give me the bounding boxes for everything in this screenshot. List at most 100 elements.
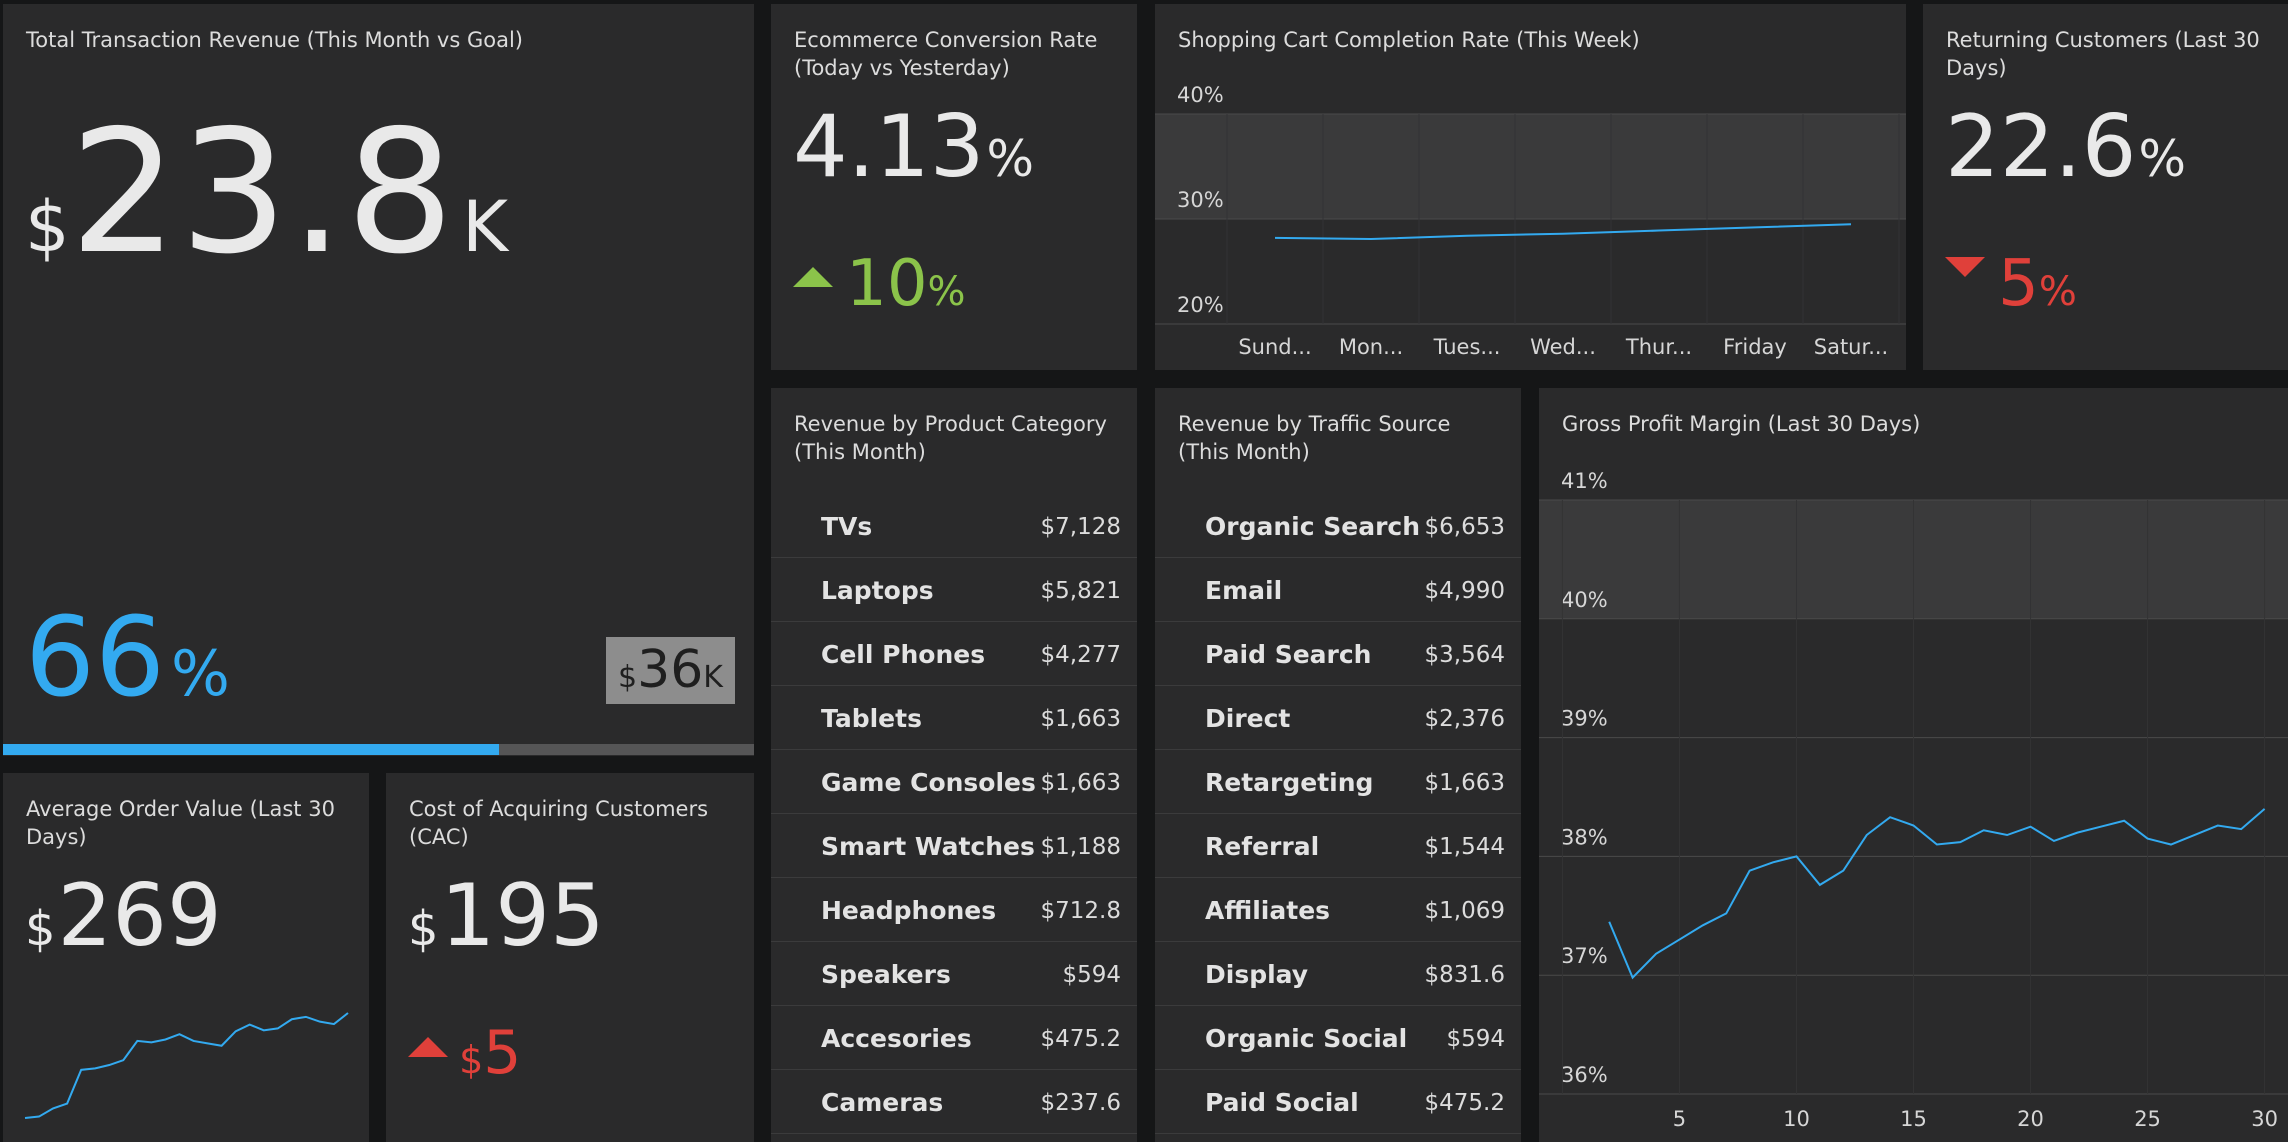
revenue-tile[interactable]: Total Transaction Revenue (This Month vs… [3, 4, 754, 756]
y-tick-label: 36% [1561, 1063, 1608, 1087]
cac-tile[interactable]: Cost of Acquiring Customers (CAC) $195 $… [386, 773, 754, 1142]
row-label: Tablets [821, 704, 922, 733]
returning-change-number: 5 [1998, 247, 2039, 321]
table-row[interactable]: Email $4,990 [1155, 558, 1521, 622]
table-row[interactable]: Organic Social $594 [1155, 1006, 1521, 1070]
x-tick-label: 15 [1900, 1107, 1927, 1131]
x-tick-label: 30 [2251, 1107, 2278, 1131]
conversion-change: 10% [793, 252, 966, 316]
x-tick-label: 5 [1673, 1107, 1686, 1131]
y-tick-label: 40% [1561, 588, 1608, 612]
row-value: $2,376 [1424, 706, 1505, 732]
row-value: $831.6 [1424, 962, 1505, 988]
table-row[interactable]: Direct $2,376 [1155, 686, 1521, 750]
x-tick-label: Mon... [1339, 335, 1403, 359]
cac-change-number: 5 [483, 1018, 522, 1088]
table-row[interactable]: Organic Search $6,653 [1155, 494, 1521, 558]
row-label: Laptops [821, 576, 934, 605]
series-line [1274, 223, 1852, 240]
table-row[interactable]: Smart Watches $1,188 [771, 814, 1137, 878]
x-tick-label: 25 [2134, 1107, 2161, 1131]
x-tick-label: Satur... [1814, 335, 1888, 359]
row-value: $4,990 [1424, 578, 1505, 604]
table-row[interactable]: Referral $1,544 [1155, 814, 1521, 878]
x-tick-label: 20 [2017, 1107, 2044, 1131]
row-label: Retargeting [1205, 768, 1374, 797]
x-tick-label: Friday [1723, 335, 1787, 359]
revenue-currency: $ [25, 186, 70, 268]
row-value: $475.2 [1040, 1026, 1121, 1052]
y-tick-label: 30% [1177, 188, 1224, 212]
aov-tile[interactable]: Average Order Value (Last 30 Days) $269 [3, 773, 369, 1142]
row-label: TVs [821, 512, 873, 541]
row-label: Email [1205, 576, 1283, 605]
row-value: $237.6 [1040, 1090, 1121, 1116]
cac-currency: $ [408, 901, 439, 957]
row-value: $475.2 [1424, 1090, 1505, 1116]
table-row[interactable]: Affiliates $1,069 [1155, 878, 1521, 942]
x-tick-label: Wed... [1530, 335, 1596, 359]
category-tile[interactable]: Revenue by Product Category (This Month)… [771, 388, 1137, 1142]
cart-completion-tile[interactable]: Shopping Cart Completion Rate (This Week… [1155, 4, 1906, 370]
returning-change: 5% [1945, 252, 2077, 316]
conversion-tile[interactable]: Ecommerce Conversion Rate (Today vs Yest… [771, 4, 1137, 370]
goal-currency: $ [618, 660, 638, 695]
traffic-tile[interactable]: Revenue by Traffic Source (This Month) O… [1155, 388, 1521, 1142]
table-row[interactable]: Laptops $5,821 [771, 558, 1137, 622]
margin-tile[interactable]: Gross Profit Margin (Last 30 Days) 36% 37… [1539, 388, 2288, 1142]
table-row[interactable]: Speakers $594 [771, 942, 1137, 1006]
table-row[interactable]: Cameras $237.6 [771, 1070, 1137, 1134]
table-row[interactable]: Tablets $1,663 [771, 686, 1137, 750]
row-label: Direct [1205, 704, 1291, 733]
cart-completion-chart: 20% 30% 40% Sund... Mon... Tues... Wed... Thur.… [1155, 83, 1906, 359]
row-label: Paid Social [1205, 1088, 1359, 1117]
traffic-table: Organic Search $6,653 Email $4,990 Paid Sear… [1155, 494, 1521, 1142]
revenue-percent-number: 66 [25, 593, 165, 721]
conversion-value: 4.13% [793, 104, 1034, 190]
row-label: Accesories [821, 1024, 972, 1053]
row-value: $1,663 [1424, 770, 1505, 796]
cac-change-currency: $ [459, 1038, 484, 1082]
row-value: $3,564 [1424, 642, 1505, 668]
y-tick-label: 38% [1561, 825, 1608, 849]
row-label: Referral [1205, 832, 1320, 861]
cac-change: $5 [408, 1023, 521, 1083]
revenue-number: 23.8 [69, 94, 457, 292]
table-row[interactable]: Game Consoles $1,663 [771, 750, 1137, 814]
table-row[interactable]: TVs $7,128 [771, 494, 1137, 558]
row-label: Cameras [821, 1088, 944, 1117]
table-row[interactable]: Headphones $712.8 [771, 878, 1137, 942]
row-label: Headphones [821, 896, 997, 925]
row-value: $1,663 [1040, 706, 1121, 732]
row-label: Cell Phones [821, 640, 986, 669]
revenue-percent-unit: % [170, 637, 230, 710]
category-table: TVs $7,128 Laptops $5,821 Cell Phones $4,277 T… [771, 494, 1137, 1142]
category-title: Revenue by Product Category (This Month) [794, 412, 1107, 464]
table-row[interactable]: Display $831.6 [1155, 942, 1521, 1006]
returning-tile[interactable]: Returning Customers (Last 30 Days) 22.6%… [1923, 4, 2288, 370]
y-tick-label: 37% [1561, 944, 1608, 968]
conversion-unit: % [986, 130, 1034, 188]
returning-unit: % [2138, 130, 2186, 188]
cac-title: Cost of Acquiring Customers (CAC) [409, 797, 709, 849]
cac-value: $195 [408, 873, 605, 959]
y-tick-label: 39% [1561, 707, 1608, 731]
row-value: $6,653 [1424, 514, 1505, 540]
revenue-goal-percent: 66% [25, 602, 230, 712]
y-tick-label: 41% [1561, 469, 1608, 493]
revenue-title: Total Transaction Revenue (This Month vs… [26, 28, 523, 52]
table-row[interactable]: Paid Search $3,564 [1155, 622, 1521, 686]
table-row[interactable]: Retargeting $1,663 [1155, 750, 1521, 814]
row-label: Game Consoles [821, 768, 1036, 797]
goal-band [1155, 114, 1906, 219]
table-row[interactable]: Accesories $475.2 [771, 1006, 1137, 1070]
revenue-goal-badge: $36K [606, 637, 735, 704]
goal-value: 36 [637, 640, 704, 700]
x-tick-label: 10 [1783, 1107, 1810, 1131]
row-value: $594 [1446, 1026, 1505, 1052]
conversion-change-unit: % [927, 269, 966, 315]
table-row[interactable]: Paid Social $475.2 [1155, 1070, 1521, 1134]
conversion-number: 4.13 [793, 97, 985, 197]
table-row[interactable]: Cell Phones $4,277 [771, 622, 1137, 686]
revenue-progress-fill [3, 744, 499, 755]
